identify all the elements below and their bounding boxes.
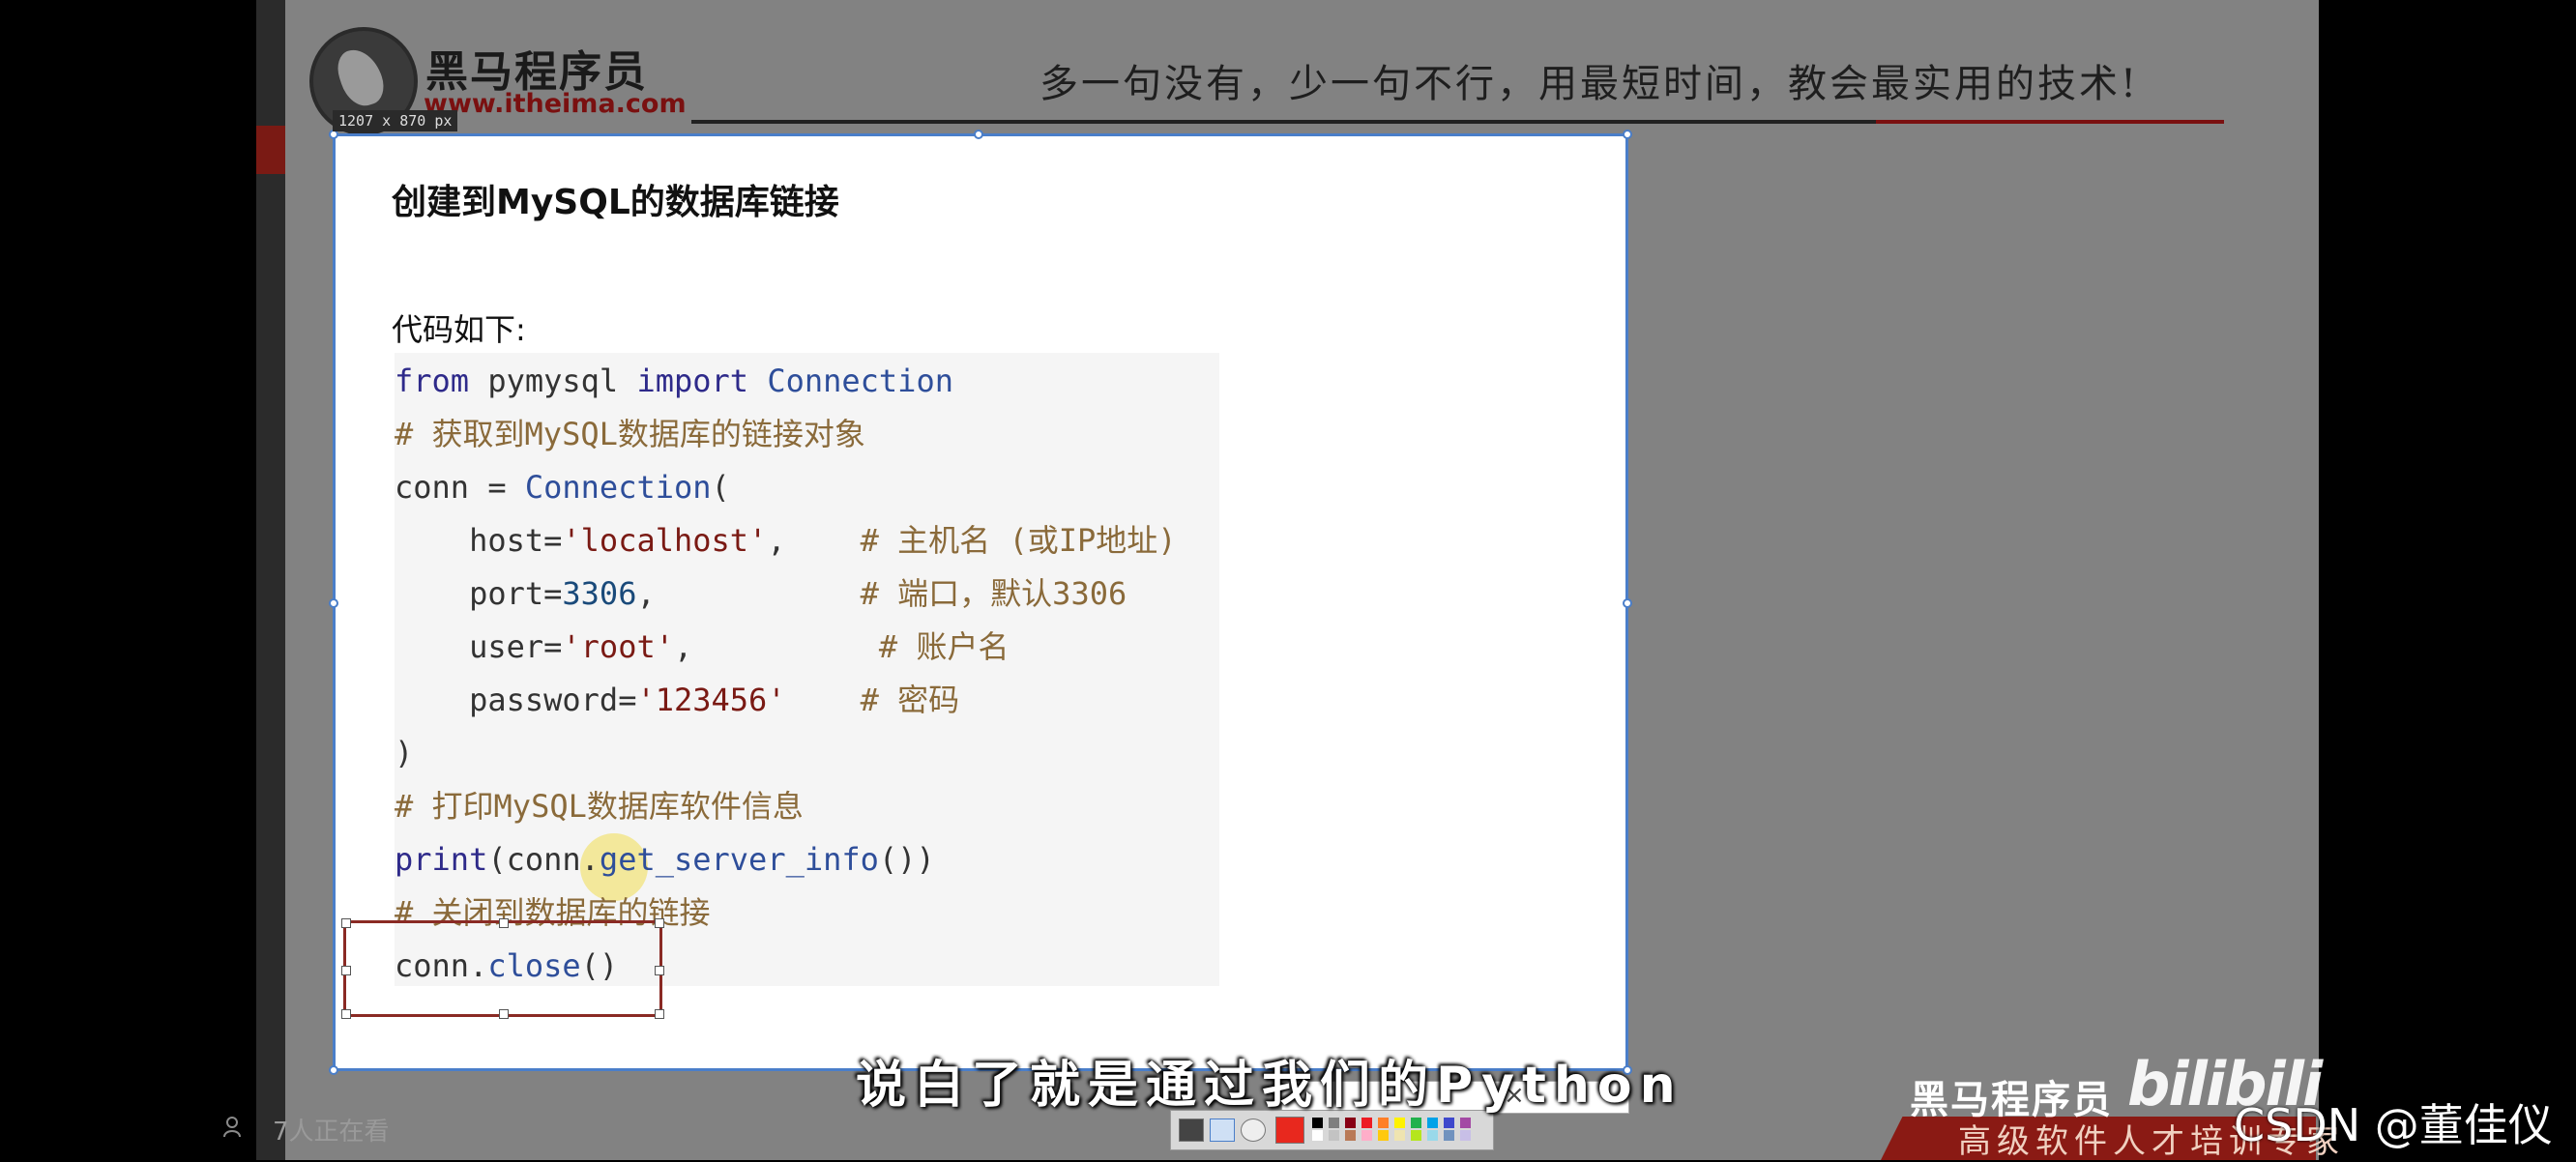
color-swatch[interactable]	[1411, 1118, 1421, 1128]
code-token: from	[395, 363, 470, 399]
color-swatch[interactable]	[1460, 1130, 1471, 1141]
selection-size-label: 1207 x 870 px	[333, 110, 458, 131]
header-slogan: 多一句没有，少一句不行，用最短时间，教会最实用的技术!	[1039, 62, 2140, 106]
left-dark-strip	[256, 0, 285, 1160]
code-token: 'root'	[562, 628, 674, 665]
code-token: '123456'	[636, 682, 786, 718]
code-token: # 密码	[860, 682, 960, 718]
code-token: Connection	[748, 363, 953, 399]
color-swatch[interactable]	[1345, 1130, 1356, 1141]
rect-handle[interactable]	[341, 1009, 351, 1019]
color-swatch[interactable]	[1361, 1118, 1372, 1128]
code-line-6: user='root', # 账户名	[395, 625, 1009, 668]
rect-handle[interactable]	[655, 1009, 664, 1019]
color-swatch[interactable]	[1444, 1118, 1454, 1128]
header-divider-accent	[1876, 120, 2224, 124]
code-token: ,	[767, 522, 861, 559]
code-token: (	[711, 469, 730, 506]
code-token: user=	[395, 628, 563, 665]
resize-handle-n[interactable]	[974, 130, 983, 139]
rect-handle[interactable]	[655, 966, 664, 975]
code-token: ,	[673, 628, 879, 665]
resize-handle-sw[interactable]	[329, 1065, 338, 1075]
color-swatch[interactable]	[1444, 1130, 1454, 1141]
rect-handle[interactable]	[499, 918, 509, 928]
code-token: 'localhost'	[562, 522, 768, 559]
code-token: print	[395, 841, 488, 878]
code-token: ())	[878, 841, 935, 878]
slide-intro: 代码如下:	[392, 311, 526, 348]
rect-handle[interactable]	[341, 966, 351, 975]
resize-handle-e[interactable]	[1623, 598, 1632, 608]
color-swatch[interactable]	[1427, 1130, 1438, 1141]
code-token: Connection	[524, 469, 712, 506]
code-token: 3306	[562, 575, 637, 612]
code-token: # 端口，默认3306	[860, 575, 1127, 612]
code-token: port=	[395, 575, 563, 612]
code-token: conn =	[395, 469, 525, 506]
color-swatch[interactable]	[1329, 1130, 1339, 1141]
code-line-5: port=3306, # 端口，默认3306	[395, 572, 1127, 615]
code-line-10: print(conn.get_server_info())	[395, 838, 935, 881]
brand-url: www.itheima.com	[424, 89, 687, 119]
code-line-4: host='localhost', # 主机名 (或IP地址)	[395, 519, 1177, 562]
fill-rect-tool-icon[interactable]	[1179, 1118, 1204, 1142]
csdn-watermark: CSDN @董佳仪	[2234, 1099, 2553, 1151]
color-swatch[interactable]	[1394, 1130, 1405, 1141]
code-line-3: conn = Connection(	[395, 466, 730, 508]
color-swatch[interactable]	[1329, 1118, 1339, 1128]
code-line-2: # 获取到MySQL数据库的链接对象	[395, 416, 865, 452]
slide-title: 创建到MySQL的数据库链接	[392, 183, 839, 222]
active-color-swatch[interactable]	[1275, 1117, 1304, 1144]
resize-handle-ne[interactable]	[1623, 130, 1632, 139]
annotation-rectangle[interactable]	[341, 918, 664, 1019]
color-swatch[interactable]	[1378, 1118, 1389, 1128]
code-token: # 账户名	[878, 628, 1010, 665]
code-token: pymysql	[469, 363, 637, 399]
viewer-count: 7人正在看	[273, 1118, 390, 1147]
color-swatch[interactable]	[1312, 1118, 1323, 1128]
color-swatch[interactable]	[1394, 1118, 1405, 1128]
code-token: # 主机名 (或IP地址)	[860, 522, 1177, 559]
code-token: (conn.	[487, 841, 600, 878]
color-swatch[interactable]	[1378, 1130, 1389, 1141]
rect-tool-icon[interactable]	[1210, 1118, 1235, 1142]
code-token: password=	[395, 682, 637, 718]
code-token: import	[636, 363, 749, 399]
color-swatch[interactable]	[1361, 1130, 1372, 1141]
color-swatch[interactable]	[1427, 1118, 1438, 1128]
color-swatch[interactable]	[1411, 1130, 1421, 1141]
code-line-1: from pymysql import Connection	[395, 360, 953, 402]
color-swatch[interactable]	[1460, 1118, 1471, 1128]
code-token: ,	[636, 575, 861, 612]
code-token: host=	[395, 522, 563, 559]
rect-handle[interactable]	[655, 918, 664, 928]
video-subtitle: 说白了就是通过我们的Python	[856, 1057, 1683, 1115]
code-line-8: )	[395, 735, 414, 771]
left-red-tab	[256, 126, 285, 174]
rect-handle[interactable]	[499, 1009, 509, 1019]
ellipse-tool-icon[interactable]	[1241, 1118, 1266, 1142]
code-line-9: # 打印MySQL数据库软件信息	[395, 788, 804, 825]
code-token: get_server_info	[599, 841, 879, 878]
viewers-icon	[223, 1117, 241, 1138]
color-swatch[interactable]	[1345, 1118, 1356, 1128]
rect-handle[interactable]	[341, 918, 351, 928]
color-swatch[interactable]	[1312, 1130, 1323, 1141]
resize-handle-w[interactable]	[329, 598, 338, 608]
code-line-7: password='123456' # 密码	[395, 679, 959, 721]
